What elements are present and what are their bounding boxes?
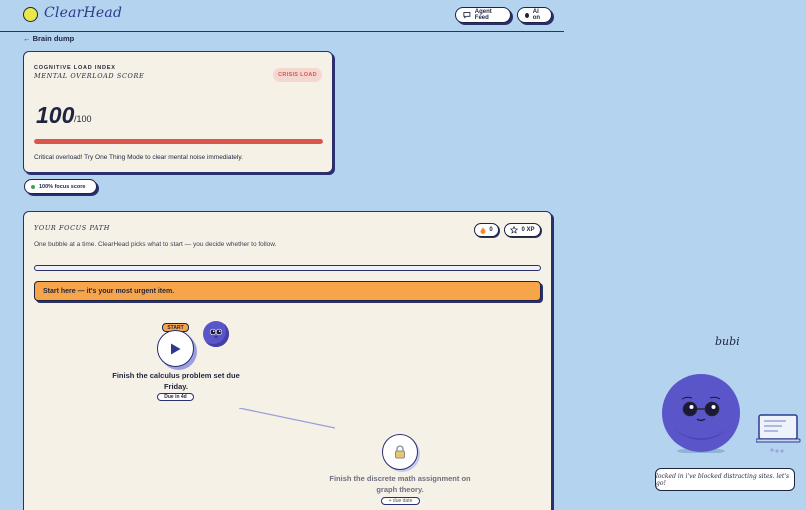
play-icon	[171, 343, 181, 354]
chat-bubble-icon	[463, 11, 471, 19]
bubi-mini-avatar	[203, 321, 229, 347]
flame-icon	[480, 226, 486, 234]
logo-icon	[23, 7, 38, 22]
add-due-date-button[interactable]: + due date	[381, 497, 420, 505]
focus-progress-bar	[34, 265, 541, 271]
path-connector-line	[239, 408, 336, 429]
ai-toggle-label: AI on	[532, 9, 541, 21]
card-kicker: COGNITIVE LOAD INDEX	[34, 65, 116, 71]
task-node-locked[interactable]	[382, 434, 418, 470]
start-here-banner: Start here — it's your most urgent item.	[34, 281, 541, 301]
crisis-load-badge: CRISIS LOAD	[273, 68, 322, 82]
task-node-active[interactable]	[157, 330, 194, 367]
streak-pill[interactable]: 0	[474, 223, 499, 237]
overload-message: Critical overload! Try One Thing Mode to…	[34, 154, 243, 161]
focus-path-subtitle: One bubble at a time. ClearHead picks wh…	[34, 241, 277, 248]
focus-status-dot	[31, 184, 35, 189]
task-title-active[interactable]: Finish the calculus problem set due Frid…	[106, 371, 246, 392]
lock-icon	[395, 445, 405, 459]
cognitive-load-card: COGNITIVE LOAD INDEX MENTAL OVERLOAD SCO…	[23, 51, 333, 173]
ai-toggle-button[interactable]: AI on	[517, 7, 552, 23]
focus-score-pill[interactable]: 100% focus score	[24, 179, 97, 194]
task-due-badge: Due in 4d	[157, 393, 194, 401]
app-logo-text[interactable]: ClearHead	[44, 5, 122, 21]
laptop-icon	[756, 414, 801, 453]
star-icon	[510, 226, 519, 234]
focus-score-label: 100% focus score	[39, 183, 86, 190]
focus-path-title: YOUR FOCUS PATH	[34, 224, 110, 232]
bubi-mini-face-icon	[209, 328, 223, 338]
top-bar: ClearHead Agent Feed AI on	[0, 0, 564, 32]
bubi-mascot[interactable]	[661, 373, 741, 453]
card-subtitle: MENTAL OVERLOAD SCORE	[34, 72, 145, 80]
ai-status-dot	[525, 12, 529, 18]
focus-path-card: YOUR FOCUS PATH One bubble at a time. Cl…	[23, 211, 552, 510]
overload-score-max: /100	[74, 114, 92, 124]
agent-feed-label: Agent Feed	[474, 9, 492, 21]
mascot-speech-bubble: locked in i've blocked distracting sites…	[655, 468, 795, 491]
xp-pill[interactable]: 0 XP	[504, 223, 541, 237]
overload-bar-fill	[34, 139, 323, 144]
streak-count: 0	[489, 227, 493, 233]
xp-value: 0 XP	[521, 227, 535, 233]
agent-feed-button[interactable]: Agent Feed	[455, 7, 511, 23]
mascot-name: bubi	[715, 335, 740, 348]
overload-score: 100	[36, 102, 75, 128]
overload-bar	[34, 139, 323, 144]
back-to-brain-dump-link[interactable]: ← Brain dump	[23, 34, 74, 43]
task-title-locked[interactable]: Finish the discrete math assignment on g…	[327, 474, 473, 495]
